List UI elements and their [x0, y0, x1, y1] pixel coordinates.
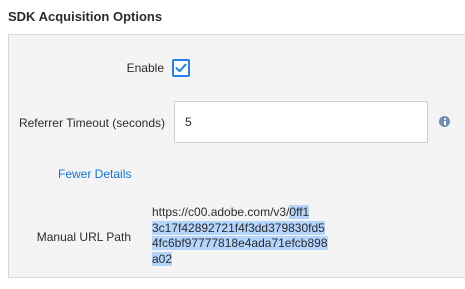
- manual-url-path-label: Manual URL Path: [36, 230, 131, 244]
- info-icon[interactable]: [439, 116, 450, 127]
- url-line-1-plain: https://c00.adobe.com/v3/: [152, 205, 290, 219]
- referrer-timeout-label: Referrer Timeout (seconds): [18, 116, 165, 130]
- sdk-acquisition-options: SDK Acquisition Options Enable Referrer …: [0, 0, 465, 289]
- url-line-3: 4fc6bf97777818e4ada71efcb898: [152, 236, 328, 252]
- manual-url-path-value[interactable]: https://c00.adobe.com/v3/0ff1 3c17f42892…: [152, 205, 328, 267]
- fewer-details-link[interactable]: Fewer Details: [58, 167, 131, 181]
- url-line-4: a02: [152, 251, 328, 268]
- url-line-4-selected: a02: [152, 251, 173, 266]
- url-line-2: 3c17f42892721f4f3dd379830fd5: [152, 220, 328, 237]
- referrer-timeout-input[interactable]: [174, 101, 428, 143]
- url-line-3-selected: 4fc6bf97777818e4ada71efcb898: [152, 236, 328, 250]
- checkmark-icon: [175, 63, 187, 73]
- url-line-2-selected: 3c17f42892721f4f3dd379830fd5: [152, 220, 325, 235]
- url-line-1: https://c00.adobe.com/v3/0ff1: [152, 205, 328, 221]
- enable-label: Enable: [126, 61, 164, 75]
- enable-checkbox[interactable]: [172, 59, 190, 77]
- url-line-1-selected: 0ff1: [289, 205, 310, 219]
- section-title: SDK Acquisition Options: [8, 9, 163, 24]
